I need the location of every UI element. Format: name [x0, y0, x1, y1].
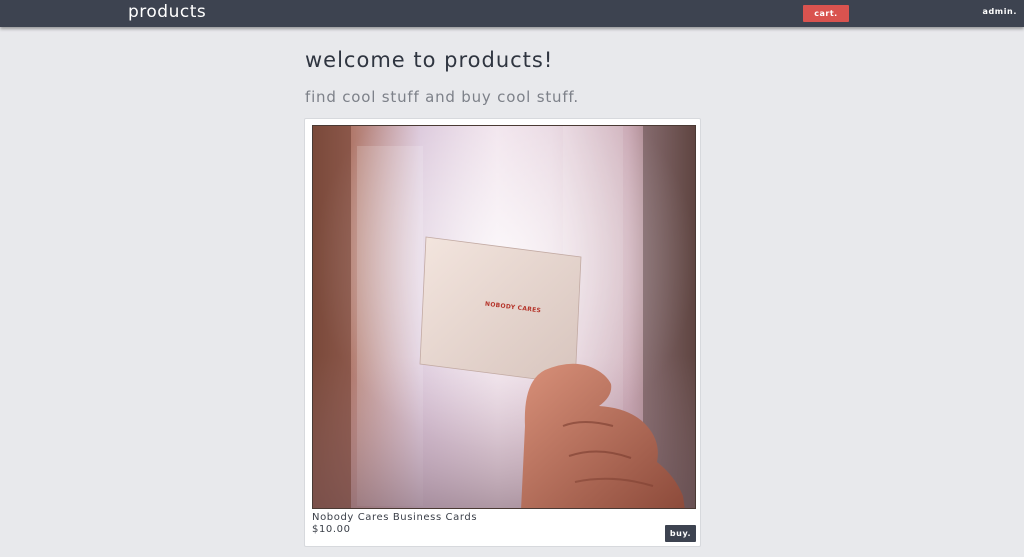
page-subtitle: find cool stuff and buy cool stuff.: [305, 88, 579, 106]
product-price: $10.00: [312, 524, 351, 535]
product-image[interactable]: NOBODY CARES: [312, 125, 696, 509]
product-photo: [313, 126, 695, 508]
top-navbar: products cart. admin.: [0, 0, 1024, 27]
buy-button[interactable]: buy.: [665, 525, 696, 542]
product-name[interactable]: Nobody Cares Business Cards: [312, 512, 477, 523]
page-title: welcome to products!: [305, 48, 554, 72]
cart-button[interactable]: cart.: [803, 5, 849, 22]
product-card: NOBODY CARES Nobody Cares Business Cards…: [304, 118, 701, 547]
brand-link[interactable]: products: [128, 2, 206, 22]
admin-link[interactable]: admin.: [982, 7, 1017, 16]
